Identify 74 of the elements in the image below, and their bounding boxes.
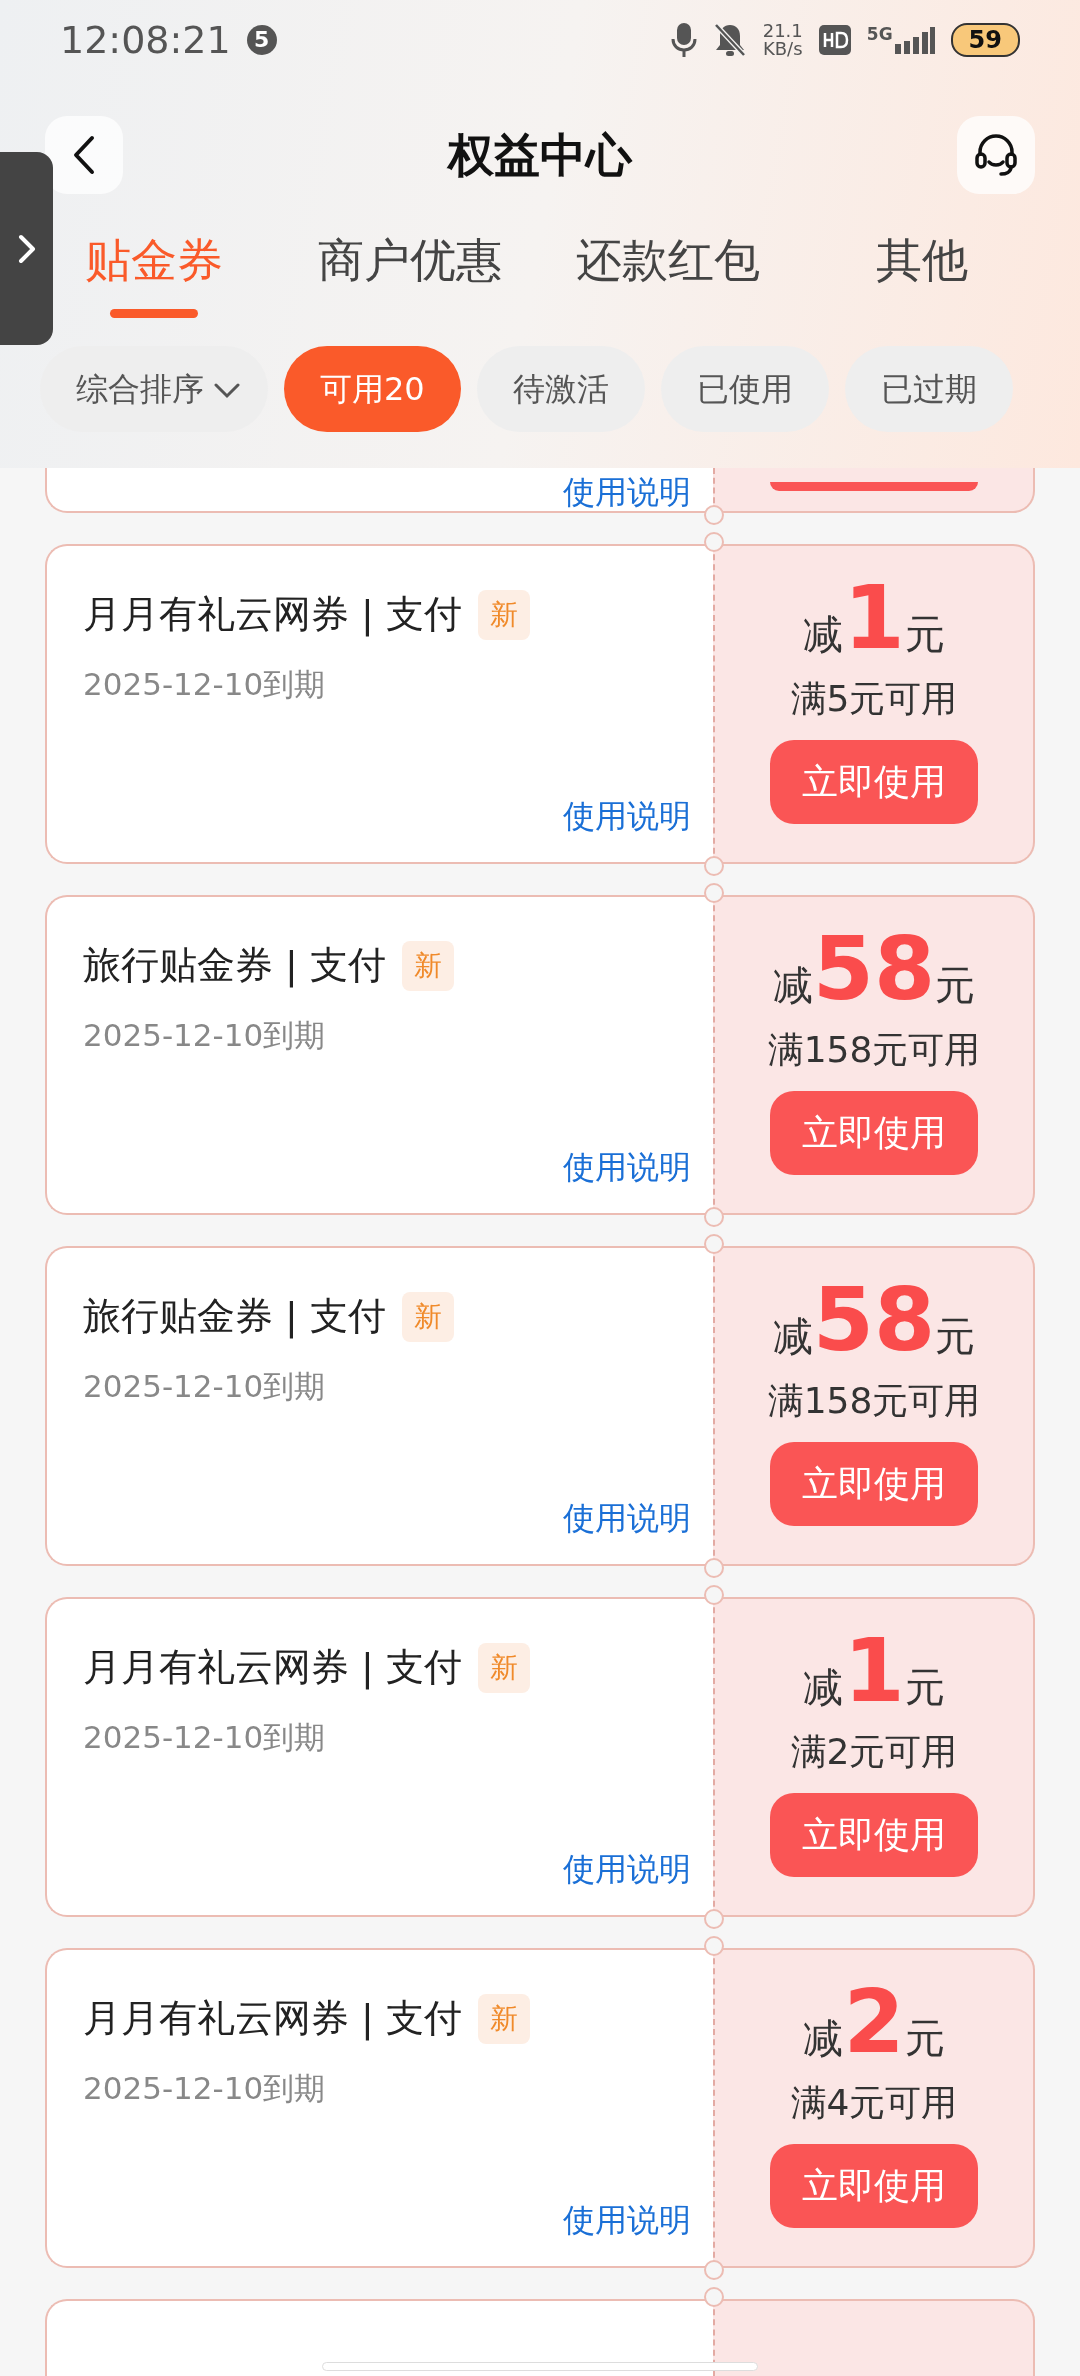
filter-chip[interactable]: 已过期 xyxy=(844,346,1013,432)
currency-unit: 元 xyxy=(904,2014,945,2063)
discount-amount: 58 xyxy=(812,1276,936,1364)
currency-unit: 元 xyxy=(904,1663,945,1712)
discount-label: 减 xyxy=(772,961,813,1010)
discount-amount: 2 xyxy=(843,1978,905,2066)
usage-info-link[interactable]: 使用说明 xyxy=(563,2196,691,2244)
use-now-button[interactable]: 立即使用 xyxy=(770,2144,978,2228)
expiry-date: 2025-12-10到期 xyxy=(83,1367,327,1406)
discount-label: 减 xyxy=(803,610,844,659)
filter-chip[interactable]: 可用20 xyxy=(284,346,461,432)
new-tag: 新 xyxy=(401,940,454,991)
minimum-spend: 满4元可用 xyxy=(790,2081,958,2125)
coupon-title: 月月有礼云网券 | 支付 xyxy=(83,1644,462,1692)
chevron-down-icon xyxy=(214,383,240,399)
new-tag: 新 xyxy=(401,1291,454,1342)
use-now-button[interactable]: 立即使用 xyxy=(770,1793,978,1877)
new-tag: 新 xyxy=(477,589,530,640)
coupon-title: 旅行贴金券 | 支付 xyxy=(83,1293,386,1341)
discount-amount: 1 xyxy=(843,1627,905,1715)
coupon-title: 月月有礼云网券 | 支付 xyxy=(83,591,462,639)
discount-amount: 1 xyxy=(843,574,905,662)
discount-amount: 58 xyxy=(812,925,936,1013)
new-tag: 新 xyxy=(477,1642,530,1693)
use-now-button[interactable]: 立即使用 xyxy=(770,1091,978,1175)
minimum-spend: 满158元可用 xyxy=(767,1379,981,1423)
expiry-date: 2025-12-10到期 xyxy=(83,1718,327,1757)
network-type: 5G xyxy=(866,26,893,43)
expiry-date: 2025-12-10到期 xyxy=(83,1016,327,1055)
speed-unit: KB/s xyxy=(762,40,803,58)
tab[interactable]: 还款红包 xyxy=(576,226,760,338)
customer-service-button[interactable] xyxy=(957,116,1035,194)
usage-info-link[interactable]: 使用说明 xyxy=(563,1845,691,1893)
battery-level: 59 xyxy=(950,23,1020,57)
use-now-button[interactable]: 立即使用 xyxy=(770,740,978,824)
new-tag: 新 xyxy=(477,1993,530,2044)
tab[interactable]: 贴金券 xyxy=(85,226,223,338)
usage-info-link[interactable]: 使用说明 xyxy=(563,792,691,840)
minimum-spend: 满5元可用 xyxy=(790,677,958,721)
discount-label: 减 xyxy=(772,1312,813,1361)
microphone-icon xyxy=(670,22,697,58)
expiry-date: 2025-12-10到期 xyxy=(83,665,327,704)
expiry-date: 2025-12-10到期 xyxy=(83,2069,327,2108)
currency-unit: 元 xyxy=(935,961,976,1010)
hd-icon xyxy=(818,25,851,55)
filter-chip[interactable]: 已使用 xyxy=(660,346,829,432)
coupon-title: 旅行贴金券 | 支付 xyxy=(83,942,386,990)
network-speed: 21.1 xyxy=(762,22,803,40)
chevron-right-icon xyxy=(16,233,37,264)
currency-unit: 元 xyxy=(904,610,945,659)
back-button[interactable] xyxy=(45,116,123,194)
coupon-title: 月月有礼云网券 | 支付 xyxy=(83,1995,462,2043)
minimum-spend: 满2元可用 xyxy=(790,1730,958,1774)
filter-chip[interactable]: 待激活 xyxy=(476,346,645,432)
sort-dropdown[interactable]: 综合排序 xyxy=(40,346,268,432)
page-title: 权益中心 xyxy=(448,126,632,184)
usage-info-link[interactable]: 使用说明 xyxy=(563,1494,691,1542)
usage-info-link[interactable]: 使用说明 xyxy=(563,1143,691,1191)
signal-icon xyxy=(894,26,935,54)
notification-count: 5 xyxy=(246,25,277,55)
headset-icon xyxy=(973,132,1019,178)
discount-label: 减 xyxy=(803,2014,844,2063)
back-icon xyxy=(73,135,95,175)
ticket-notch xyxy=(704,2287,724,2307)
tab[interactable]: 商户优惠 xyxy=(318,226,502,338)
minimum-spend: 满158元可用 xyxy=(767,1028,981,1072)
bell-off-icon xyxy=(712,22,747,58)
tab[interactable]: 其他 xyxy=(876,226,968,338)
discount-label: 减 xyxy=(803,1663,844,1712)
status-time: 12:08:21 xyxy=(60,16,231,64)
use-now-button[interactable]: 立即使用 xyxy=(770,1442,978,1526)
usage-info-link[interactable]: 使用说明 xyxy=(563,468,691,516)
currency-unit: 元 xyxy=(935,1312,976,1361)
side-panel-handle[interactable] xyxy=(0,152,53,345)
